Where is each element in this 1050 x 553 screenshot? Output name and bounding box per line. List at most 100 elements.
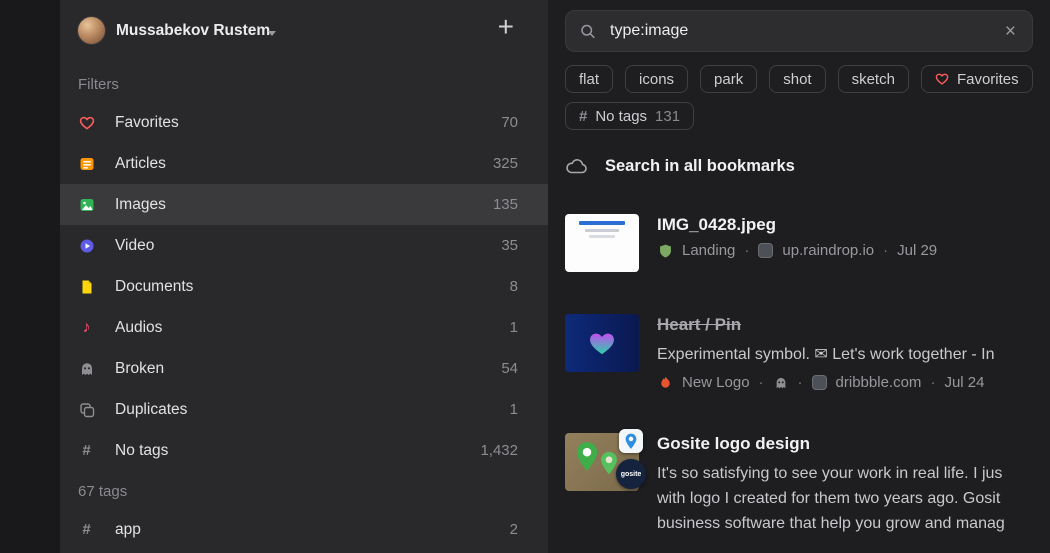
map-pin-icon	[574, 441, 600, 473]
chip-label: park	[714, 71, 743, 88]
tags-section-label: 67 tags	[60, 471, 548, 509]
chip-flat[interactable]: flat	[565, 65, 613, 93]
gradient-heart-icon	[587, 329, 617, 357]
sidebar-item-no-tags[interactable]: # No tags 1,432	[60, 430, 548, 471]
bookmark-domain[interactable]: up.raindrop.io	[782, 242, 874, 259]
sidebar-item-count: 1	[510, 319, 518, 336]
chip-label: shot	[783, 71, 811, 88]
image-icon	[78, 196, 95, 213]
sidebar: Mussabekov Rustem + Filters Favorites 70…	[60, 0, 548, 553]
chip-label: flat	[579, 71, 599, 88]
blue-pin-icon	[619, 429, 643, 453]
bookmark-description-line: with logo I created for them two years a…	[657, 486, 1050, 511]
audio-icon: ♪	[78, 319, 95, 336]
sidebar-item-audios[interactable]: ♪ Audios 1	[60, 307, 548, 348]
chip-count: 131	[655, 108, 680, 125]
hash-icon: #	[78, 521, 95, 538]
cloud-icon	[565, 158, 589, 176]
bookmark-content: IMG_0428.jpeg Landing · up.raindrop.io ·…	[657, 214, 1050, 272]
chip-sketch[interactable]: sketch	[838, 65, 909, 93]
sidebar-item-count: 1	[510, 401, 518, 418]
sidebar-item-count: 325	[493, 155, 518, 172]
bookmark-list: IMG_0428.jpeg Landing · up.raindrop.io ·…	[548, 214, 1050, 536]
document-icon	[78, 278, 95, 295]
gosite-badge: gosite	[616, 459, 646, 489]
add-button[interactable]: +	[496, 11, 516, 43]
sidebar-item-label: Video	[115, 237, 154, 255]
bookmark-thumbnail[interactable]	[565, 314, 639, 372]
chip-icons[interactable]: icons	[625, 65, 688, 93]
chip-label: sketch	[852, 71, 895, 88]
gosite-badge-label: gosite	[621, 471, 642, 478]
bookmark-thumbnail[interactable]: gosite	[565, 433, 639, 491]
bookmark-description-line: business software that help you grow and…	[657, 511, 1050, 536]
sidebar-item-label: Duplicates	[115, 401, 187, 419]
sidebar-item-duplicates[interactable]: Duplicates 1	[60, 389, 548, 430]
sidebar-header: Mussabekov Rustem +	[60, 0, 548, 64]
search-icon	[580, 23, 596, 39]
sidebar-item-favorites[interactable]: Favorites 70	[60, 102, 548, 143]
sidebar-item-label: Articles	[115, 155, 166, 173]
search-all-bookmarks[interactable]: Search in all bookmarks	[565, 157, 1033, 176]
sidebar-item-count: 135	[493, 196, 518, 213]
bookmark-description-line: It's so satisfying to see your work in r…	[657, 461, 1050, 486]
main-panel: × flat icons park shot sketch Favorites …	[548, 0, 1050, 553]
bookmark-title: Gosite logo design	[657, 434, 1050, 454]
heart-icon	[935, 72, 949, 86]
bookmark-item[interactable]: gosite Gosite logo design It's so satisf…	[565, 433, 1050, 536]
sidebar-item-count: 8	[510, 278, 518, 295]
chip-park[interactable]: park	[700, 65, 757, 93]
bookmark-domain[interactable]: dribbble.com	[836, 374, 922, 391]
broken-link-icon	[773, 375, 789, 391]
bookmark-date: Jul 24	[944, 374, 984, 391]
flame-collection-icon	[657, 375, 673, 391]
article-icon	[78, 155, 95, 172]
site-favicon-icon	[812, 375, 827, 390]
user-name[interactable]: Mussabekov Rustem	[116, 22, 270, 40]
tag-chips: flat icons park shot sketch Favorites # …	[565, 65, 1033, 130]
sidebar-item-label: Favorites	[115, 114, 179, 132]
bookmark-thumbnail[interactable]	[565, 214, 639, 272]
sidebar-item-label: Images	[115, 196, 166, 214]
chip-label: Favorites	[957, 71, 1019, 88]
shield-icon	[657, 243, 673, 259]
meta-separator: ·	[930, 374, 935, 391]
collection-name[interactable]: New Logo	[682, 374, 750, 391]
bookmark-item[interactable]: Heart / Pin Experimental symbol. ✉ Let's…	[565, 314, 1050, 391]
sidebar-item-label: Broken	[115, 360, 164, 378]
bookmark-meta: Landing · up.raindrop.io · Jul 29	[657, 242, 1050, 259]
search-bar[interactable]: ×	[565, 10, 1033, 52]
bookmark-content: Heart / Pin Experimental symbol. ✉ Let's…	[657, 314, 1050, 391]
chip-favorites[interactable]: Favorites	[921, 65, 1033, 93]
sidebar-nav: Favorites 70 Articles 325 Images 135	[60, 102, 548, 471]
sidebar-item-tag-app[interactable]: # app 2	[60, 509, 548, 550]
search-input[interactable]	[608, 21, 1003, 41]
hash-icon: #	[78, 442, 95, 459]
sidebar-item-count: 70	[501, 114, 518, 131]
sidebar-item-video[interactable]: Video 35	[60, 225, 548, 266]
meta-separator: ·	[798, 374, 803, 391]
filters-label: Filters	[60, 64, 548, 102]
sidebar-item-broken[interactable]: Broken 54	[60, 348, 548, 389]
meta-separator: ·	[759, 374, 764, 391]
collection-name[interactable]: Landing	[682, 242, 735, 259]
meta-separator: ·	[744, 242, 749, 259]
chip-no-tags[interactable]: # No tags 131	[565, 102, 694, 130]
bookmark-meta: New Logo · · dribbble.com · Jul 24	[657, 374, 1050, 391]
sidebar-item-documents[interactable]: Documents 8	[60, 266, 548, 307]
chevron-down-icon	[268, 31, 276, 36]
sidebar-item-images[interactable]: Images 135	[60, 184, 548, 225]
avatar[interactable]	[78, 17, 105, 44]
chip-shot[interactable]: shot	[769, 65, 825, 93]
heart-icon	[78, 114, 95, 131]
sidebar-item-count: 1,432	[480, 442, 518, 459]
bookmark-title: IMG_0428.jpeg	[657, 215, 1050, 235]
bookmark-item[interactable]: IMG_0428.jpeg Landing · up.raindrop.io ·…	[565, 214, 1050, 272]
sidebar-item-count: 35	[501, 237, 518, 254]
bookmark-title: Heart / Pin	[657, 315, 1050, 335]
sidebar-item-count: 2	[510, 521, 518, 538]
sidebar-item-articles[interactable]: Articles 325	[60, 143, 548, 184]
window-edge	[0, 0, 60, 553]
sidebar-item-label: No tags	[115, 442, 168, 460]
clear-icon[interactable]: ×	[1003, 22, 1018, 41]
